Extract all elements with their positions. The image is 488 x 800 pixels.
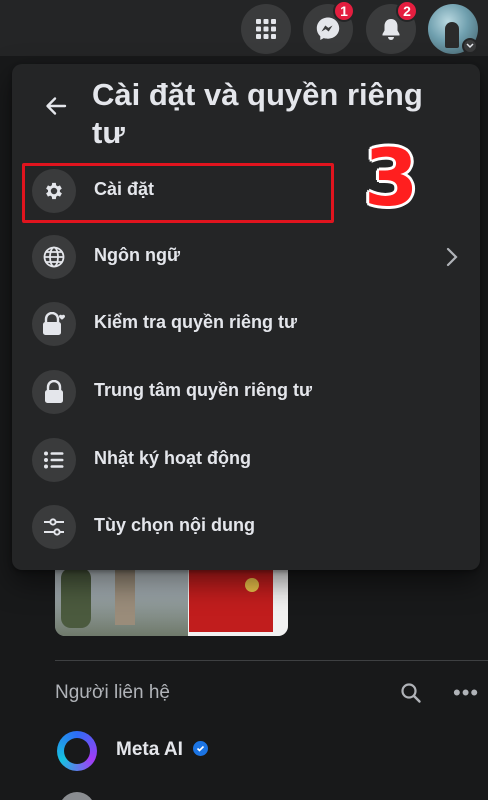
step-number-annotation: 3 — [364, 134, 419, 224]
lock-heart-icon — [32, 302, 76, 346]
more-options-icon[interactable]: ••• — [453, 680, 479, 706]
back-button[interactable] — [38, 88, 74, 124]
menu-item-label: Trung tâm quyền riêng tư — [94, 380, 313, 400]
feed-photo[interactable] — [55, 560, 288, 636]
highlight-box — [22, 163, 334, 223]
list-icon — [32, 438, 76, 482]
divider — [55, 660, 488, 661]
messenger-badge: 1 — [333, 0, 355, 22]
lock-icon — [32, 370, 76, 414]
menu-item-label: Ngôn ngữ — [94, 245, 181, 265]
chevron-down-icon[interactable] — [462, 38, 478, 54]
menu-item-label: Kiểm tra quyền riêng tư — [94, 312, 298, 332]
menu-item-label: Tùy chọn nội dung — [94, 515, 255, 535]
messenger-button[interactable]: 1 — [303, 0, 355, 54]
top-navigation-bar: 1 2 — [0, 0, 488, 56]
notifications-button[interactable]: 2 — [366, 0, 418, 54]
menu-item-language[interactable]: Ngôn ngữ — [20, 227, 472, 287]
menu-button[interactable] — [241, 4, 291, 54]
menu-item-privacy-center[interactable]: Trung tâm quyền riêng tư — [20, 362, 472, 422]
meta-ai-avatar[interactable] — [57, 731, 97, 771]
chevron-right-icon — [446, 247, 458, 272]
contact-name[interactable]: Meta AI — [116, 739, 183, 761]
notifications-badge: 2 — [396, 0, 418, 22]
menu-item-label: Nhật ký hoạt động — [94, 448, 251, 468]
contact-avatar[interactable] — [59, 792, 95, 800]
globe-icon — [32, 235, 76, 279]
menu-item-content-preferences[interactable]: Tùy chọn nội dung — [20, 497, 472, 557]
verified-badge-icon — [193, 741, 208, 756]
search-icon[interactable] — [400, 682, 422, 709]
menu-item-activity-log[interactable]: Nhật ký hoạt động — [20, 430, 472, 490]
grid-icon — [256, 19, 276, 39]
arrow-left-icon — [46, 97, 67, 115]
sliders-icon — [32, 505, 76, 549]
menu-item-privacy-checkup[interactable]: Kiểm tra quyền riêng tư — [20, 294, 472, 354]
contacts-heading: Người liên hệ — [55, 682, 170, 703]
bell-icon — [382, 19, 400, 40]
